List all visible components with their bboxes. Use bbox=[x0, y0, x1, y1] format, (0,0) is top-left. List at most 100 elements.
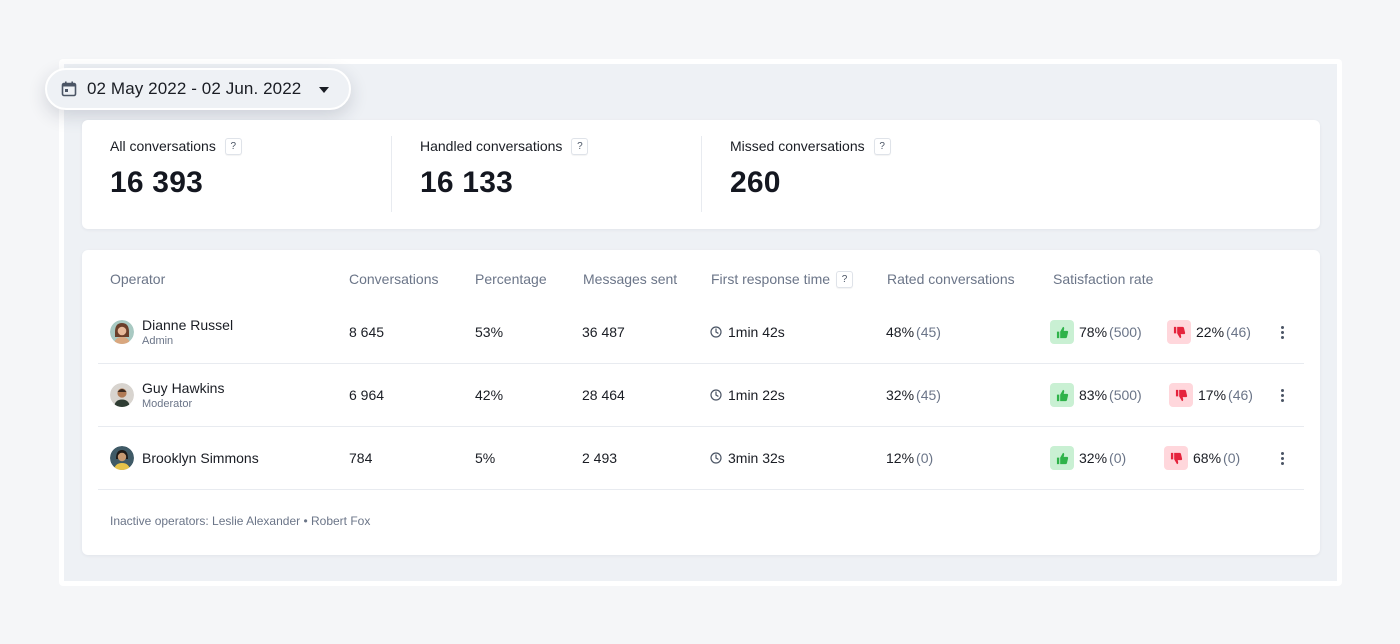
messages-sent-cell: 2 493 bbox=[582, 450, 618, 466]
first-response-time: 3min 32s bbox=[728, 450, 785, 466]
first-response-time: 1min 42s bbox=[728, 324, 785, 340]
stat-all-conversations: All conversations ? 16 393 bbox=[110, 136, 242, 212]
row-menu-cell bbox=[1276, 427, 1288, 489]
date-range-picker[interactable]: 02 May 2022 - 02 Jun. 2022 bbox=[45, 68, 351, 110]
thumbs-up-icon bbox=[1050, 383, 1074, 407]
column-header-operator[interactable]: Operator bbox=[110, 269, 165, 289]
percentage-cell: 53% bbox=[475, 324, 504, 340]
percentage-cell: 5% bbox=[475, 450, 496, 466]
operator-cell: Guy Hawkins Moderator bbox=[110, 364, 224, 426]
positive-count: (500) bbox=[1109, 324, 1142, 340]
thumbs-up-icon bbox=[1050, 320, 1074, 344]
operators-table: Operator Conversations Percentage Messag… bbox=[82, 250, 1320, 555]
positive-percentage: 78% bbox=[1079, 324, 1108, 340]
operator-role: Moderator bbox=[142, 398, 193, 410]
first-response-cell: 1min 42s bbox=[710, 301, 785, 363]
percentage-cell: 42% bbox=[475, 387, 504, 403]
rated-percentage: 12% bbox=[886, 450, 915, 466]
rated-percentage: 48% bbox=[886, 324, 915, 340]
thumbs-down-icon bbox=[1164, 446, 1188, 470]
positive-count: (0) bbox=[1109, 450, 1127, 466]
positive-count: (500) bbox=[1109, 387, 1142, 403]
messages-sent-cell: 36 487 bbox=[582, 324, 625, 340]
avatar bbox=[110, 446, 134, 470]
column-header-label: First response time bbox=[711, 271, 831, 287]
chevron-down-icon[interactable] bbox=[319, 87, 329, 93]
positive-rating-cell: 83% (500) bbox=[1050, 364, 1142, 426]
help-icon[interactable]: ? bbox=[836, 270, 854, 288]
negative-percentage: 22% bbox=[1196, 324, 1225, 340]
negative-percentage: 68% bbox=[1193, 450, 1222, 466]
rated-count: (45) bbox=[916, 387, 941, 403]
help-icon[interactable]: ? bbox=[571, 137, 589, 155]
table-row[interactable]: Dianne Russel Admin 8 645 53% 36 487 1mi… bbox=[98, 301, 1304, 364]
messages-sent-cell: 28 464 bbox=[582, 387, 625, 403]
avatar bbox=[110, 383, 134, 407]
table-row[interactable]: Guy Hawkins Moderator 6 964 42% 28 464 1… bbox=[98, 364, 1304, 427]
first-response-cell: 3min 32s bbox=[710, 427, 785, 489]
stat-handled-conversations: Handled conversations ? 16 133 bbox=[420, 136, 589, 212]
stat-label: Missed conversations bbox=[730, 138, 865, 154]
stat-missed-conversations: Missed conversations ? 260 bbox=[730, 136, 891, 212]
operator-name: Dianne Russel bbox=[142, 317, 234, 333]
stat-label: Handled conversations bbox=[420, 138, 563, 154]
stats-card: All conversations ? 16 393 Handled conve… bbox=[82, 120, 1320, 229]
positive-percentage: 32% bbox=[1079, 450, 1108, 466]
rated-count: (45) bbox=[916, 324, 941, 340]
stat-value: 16 393 bbox=[110, 166, 203, 199]
column-header-first-response-time[interactable]: First response time ? bbox=[711, 269, 854, 289]
rated-percentage: 32% bbox=[886, 387, 915, 403]
first-response-time: 1min 22s bbox=[728, 387, 785, 403]
clock-icon bbox=[710, 389, 722, 401]
row-menu-cell bbox=[1276, 364, 1288, 426]
inactive-operators-note: Inactive operators: Leslie Alexander • R… bbox=[110, 514, 371, 528]
negative-count: (46) bbox=[1226, 324, 1251, 340]
more-options-icon[interactable] bbox=[1276, 322, 1288, 342]
more-options-icon[interactable] bbox=[1276, 385, 1288, 405]
divider bbox=[701, 136, 702, 212]
operator-name: Guy Hawkins bbox=[142, 380, 225, 396]
clock-icon bbox=[710, 326, 722, 338]
column-header-rated-conversations[interactable]: Rated conversations bbox=[887, 269, 1015, 289]
negative-rating-cell: 17% (46) bbox=[1169, 364, 1253, 426]
rated-cell: 48% (45) bbox=[886, 301, 941, 363]
operator-name: Brooklyn Simmons bbox=[142, 450, 259, 466]
calendar-icon bbox=[61, 81, 77, 97]
thumbs-down-icon bbox=[1167, 320, 1191, 344]
conversations-cell: 6 964 bbox=[349, 387, 385, 403]
avatar bbox=[110, 320, 134, 344]
date-range-label: 02 May 2022 - 02 Jun. 2022 bbox=[87, 79, 302, 98]
stat-value: 260 bbox=[730, 166, 781, 199]
clock-icon bbox=[710, 452, 722, 464]
divider bbox=[391, 136, 392, 212]
help-icon[interactable]: ? bbox=[873, 137, 891, 155]
negative-rating-cell: 22% (46) bbox=[1167, 301, 1251, 363]
column-header-percentage[interactable]: Percentage bbox=[475, 269, 547, 289]
row-menu-cell bbox=[1276, 301, 1288, 363]
negative-count: (0) bbox=[1223, 450, 1241, 466]
conversations-cell: 784 bbox=[349, 450, 373, 466]
first-response-cell: 1min 22s bbox=[710, 364, 785, 426]
negative-count: (46) bbox=[1228, 387, 1253, 403]
negative-rating-cell: 68% (0) bbox=[1164, 427, 1240, 489]
operator-role: Admin bbox=[142, 335, 174, 347]
stat-value: 16 133 bbox=[420, 166, 513, 199]
more-options-icon[interactable] bbox=[1276, 448, 1288, 468]
positive-percentage: 83% bbox=[1079, 387, 1108, 403]
operator-cell: Dianne Russel Admin bbox=[110, 301, 233, 363]
thumbs-up-icon bbox=[1050, 446, 1074, 470]
rated-cell: 32% (45) bbox=[886, 364, 941, 426]
negative-percentage: 17% bbox=[1198, 387, 1227, 403]
help-icon[interactable]: ? bbox=[224, 137, 242, 155]
table-row[interactable]: Brooklyn Simmons 784 5% 2 493 3min 32s 1… bbox=[98, 427, 1304, 490]
stat-label: All conversations bbox=[110, 138, 216, 154]
rated-cell: 12% (0) bbox=[886, 427, 933, 489]
operator-cell: Brooklyn Simmons bbox=[110, 427, 259, 489]
column-header-conversations[interactable]: Conversations bbox=[349, 269, 439, 289]
conversations-cell: 8 645 bbox=[349, 324, 385, 340]
column-header-satisfaction-rate[interactable]: Satisfaction rate bbox=[1053, 269, 1153, 289]
positive-rating-cell: 78% (500) bbox=[1050, 301, 1142, 363]
thumbs-down-icon bbox=[1169, 383, 1193, 407]
positive-rating-cell: 32% (0) bbox=[1050, 427, 1126, 489]
column-header-messages-sent[interactable]: Messages sent bbox=[583, 269, 677, 289]
